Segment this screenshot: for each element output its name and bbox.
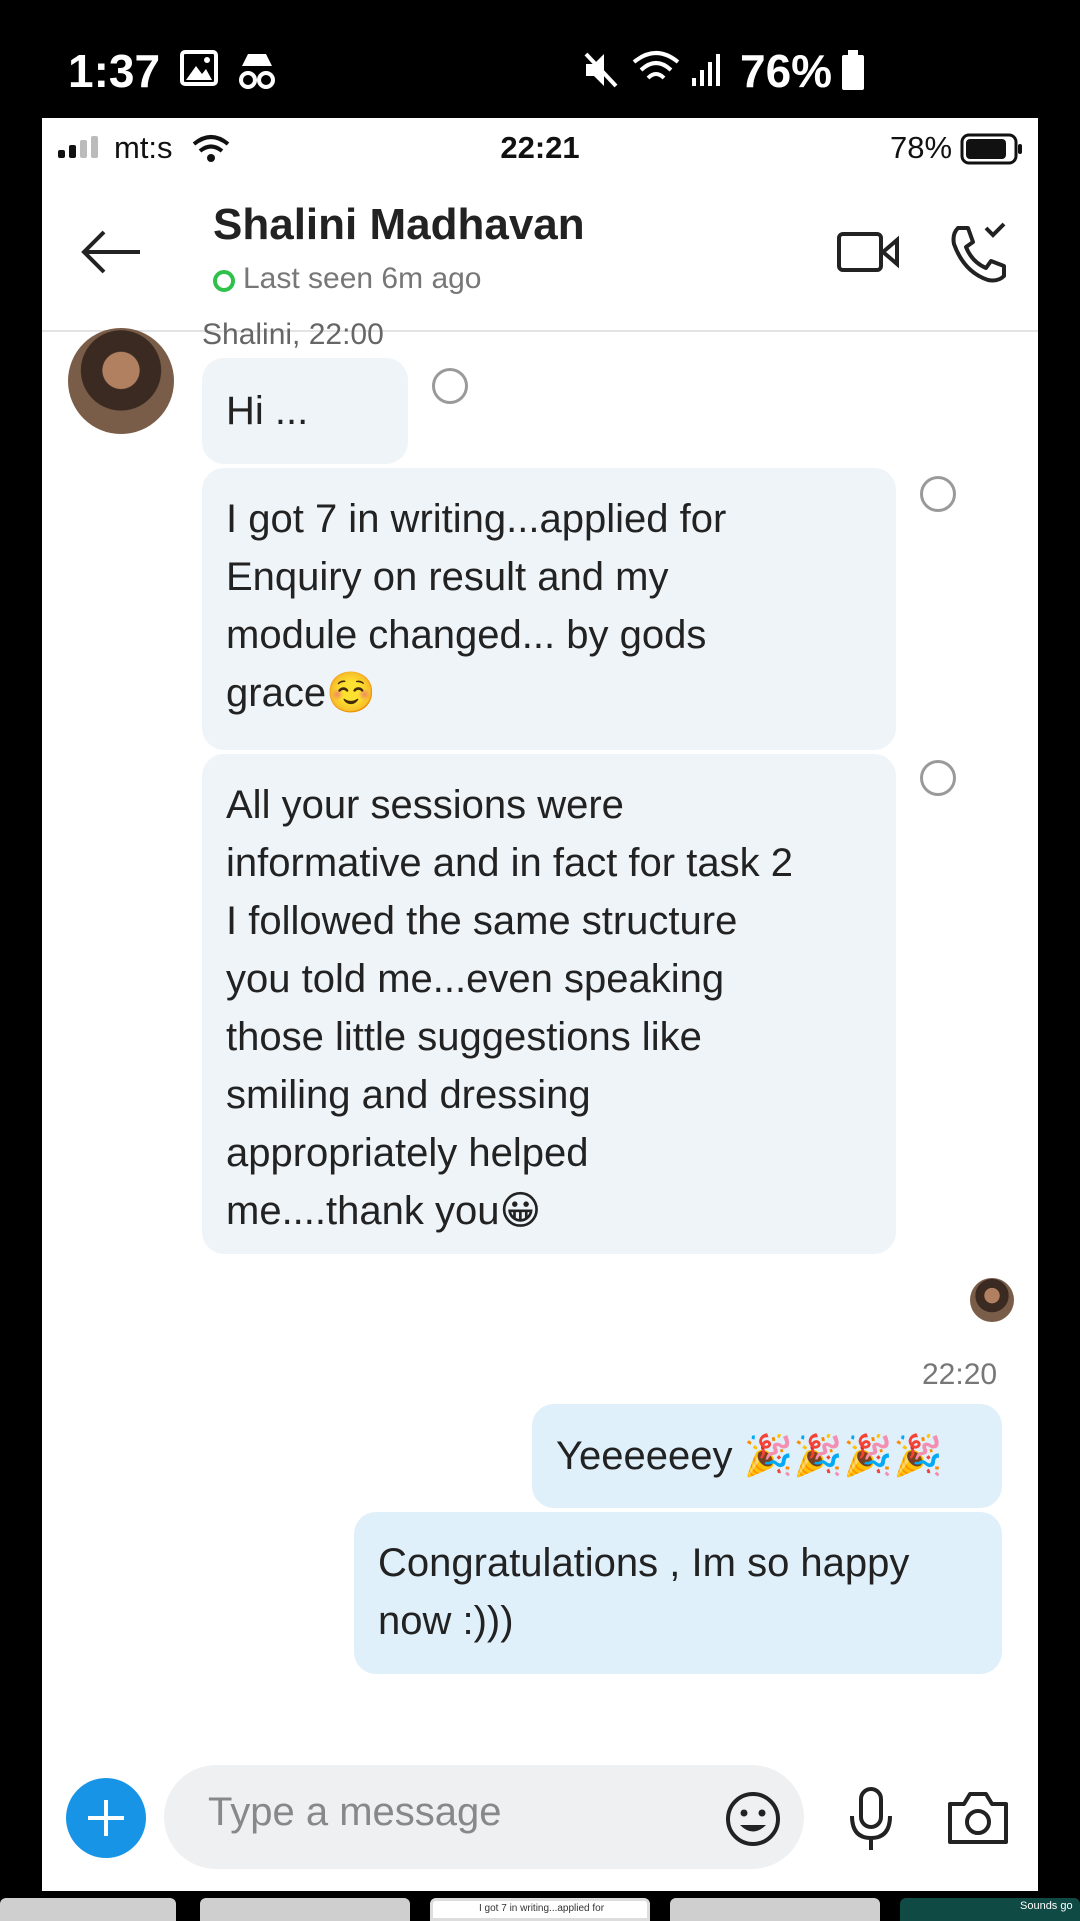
audio-call-icon[interactable] bbox=[948, 222, 1010, 284]
message-text: Congratulations , Im so happy now :))) bbox=[378, 1541, 910, 1643]
recent-app-thumbnail[interactable] bbox=[670, 1898, 880, 1921]
outgoing-timestamp: 22:20 bbox=[922, 1358, 998, 1391]
ios-clock: 22:21 bbox=[500, 130, 580, 165]
ios-status-bar: mt:s 22:21 78% bbox=[42, 118, 1038, 178]
recent-app-thumbnail[interactable] bbox=[0, 1898, 176, 1921]
android-clock: 1:37 bbox=[68, 45, 161, 97]
emoji-icon[interactable] bbox=[724, 1790, 782, 1848]
ios-battery-icon bbox=[960, 133, 1022, 165]
add-attachment-button[interactable] bbox=[66, 1778, 146, 1858]
signal-icon bbox=[692, 54, 720, 86]
presence-dot bbox=[213, 270, 235, 292]
sender-avatar[interactable] bbox=[68, 328, 174, 434]
battery-icon bbox=[842, 50, 864, 90]
last-seen-status: Last seen 6m ago bbox=[243, 262, 482, 295]
read-receipt-avatar bbox=[970, 1278, 1014, 1322]
outgoing-message[interactable]: Yeeeeeey 🎉🎉🎉🎉 bbox=[532, 1404, 1002, 1508]
recent-app-thumbnail[interactable]: Sounds go bbox=[900, 1898, 1080, 1921]
reaction-icon[interactable] bbox=[920, 476, 956, 512]
camera-icon[interactable] bbox=[946, 1790, 1010, 1846]
message-text: All your sessions were informative and i… bbox=[226, 783, 793, 1233]
chat-screen: mt:s 22:21 78% Shalini Madhavan Last see… bbox=[42, 118, 1038, 1891]
incoming-message[interactable]: All your sessions were informative and i… bbox=[202, 754, 896, 1254]
mute-icon bbox=[584, 52, 618, 88]
recent-app-thumbnail[interactable] bbox=[200, 1898, 410, 1921]
message-placeholder: Type a message bbox=[208, 1790, 502, 1834]
reaction-icon[interactable] bbox=[432, 368, 468, 404]
plus-icon bbox=[88, 1800, 124, 1836]
contact-name[interactable]: Shalini Madhavan bbox=[213, 200, 585, 250]
image-icon bbox=[180, 50, 218, 86]
microphone-icon[interactable] bbox=[846, 1786, 896, 1854]
message-text: I got 7 in writing...applied for Enquiry… bbox=[226, 497, 727, 715]
sender-timestamp: Shalini, 22:00 bbox=[202, 318, 384, 351]
recent-apps-strip: I got 7 in writing...applied for Sounds … bbox=[0, 1898, 1080, 1921]
thumbnail-caption: Sounds go bbox=[1020, 1900, 1073, 1912]
android-status-bar: 1:37 76% bbox=[0, 0, 1080, 118]
thumbnail-caption: I got 7 in writing...applied for bbox=[479, 1903, 605, 1914]
chat-header: Shalini Madhavan Last seen 6m ago bbox=[42, 188, 1038, 332]
incognito-icon bbox=[239, 54, 275, 89]
wifi-icon bbox=[632, 51, 680, 80]
message-text: Hi ... bbox=[226, 389, 309, 433]
message-text: Yeeeeeey 🎉🎉🎉🎉 bbox=[556, 1434, 943, 1478]
ios-battery-percent: 78% bbox=[890, 130, 953, 165]
video-call-icon[interactable] bbox=[836, 226, 900, 276]
incoming-message[interactable]: Hi ... bbox=[202, 358, 408, 464]
back-arrow-icon[interactable] bbox=[80, 228, 144, 276]
incoming-message[interactable]: I got 7 in writing...applied for Enquiry… bbox=[202, 468, 896, 750]
android-battery-percent: 76% bbox=[740, 45, 833, 97]
outgoing-message[interactable]: Congratulations , Im so happy now :))) bbox=[354, 1512, 1002, 1674]
recent-app-thumbnail-active[interactable]: I got 7 in writing...applied for bbox=[430, 1898, 650, 1921]
reaction-icon[interactable] bbox=[920, 760, 956, 796]
